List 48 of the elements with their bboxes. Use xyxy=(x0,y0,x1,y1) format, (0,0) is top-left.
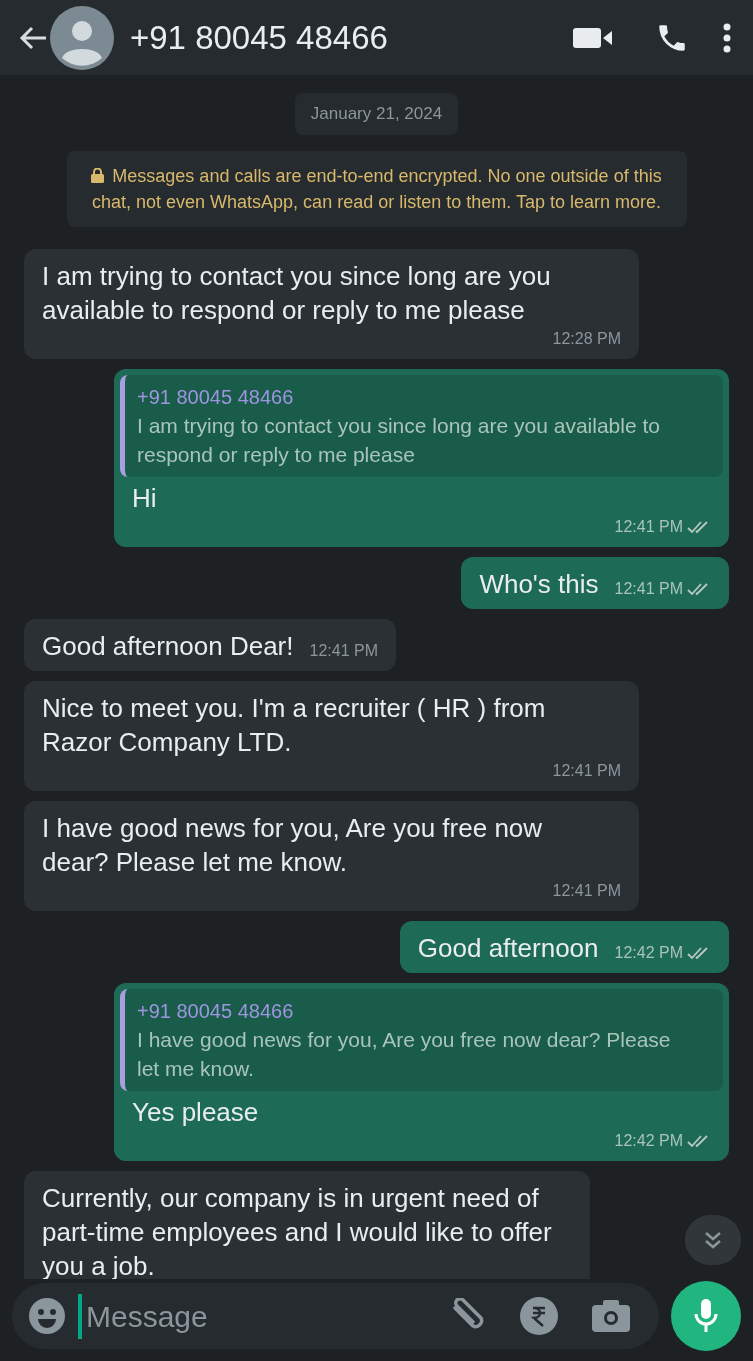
message-text: I have good news for you, Are you free now dear? Please let me know. xyxy=(42,811,544,879)
avatar-icon[interactable] xyxy=(50,5,114,70)
outgoing-message-bubble[interactable]: Good afternoon 12:42 PM xyxy=(399,920,729,973)
back-arrow-icon xyxy=(18,24,48,51)
message-time: 12:41 PM xyxy=(614,578,683,599)
message-text: Yes please xyxy=(132,1095,260,1129)
message-input-bar[interactable]: Message xyxy=(12,1283,659,1349)
message-text: Nice to meet you. I'm a recruiter ( HR ) from Razor Company LTD. xyxy=(42,691,547,759)
incoming-message-bubble[interactable]: Nice to meet you. I'm a recruiter ( HR ) from Razor Company LTD. 12:41 PM xyxy=(24,680,639,791)
incoming-message-bubble[interactable]: I have good news for you, Are you free now dear? Please let me know. 12:41 PM xyxy=(24,800,639,911)
quoted-author: +91 80045 48466 xyxy=(137,384,295,410)
message-text: Hi xyxy=(132,481,158,515)
outgoing-message-bubble[interactable]: +91 80045 48466 I have good news for you, Are you free now dear? Please let me know. Yes please 12:42 PM xyxy=(114,982,729,1161)
date-chip: January 21, 2024 xyxy=(294,93,459,135)
double-chevron-down-icon xyxy=(703,1231,723,1249)
message-time: 12:41 PM xyxy=(614,516,683,537)
message-text: Who's this xyxy=(479,567,599,601)
video-camera-icon xyxy=(573,25,613,50)
message-time: 12:42 PM xyxy=(614,1130,683,1151)
message-text: Good afternoon xyxy=(417,931,599,965)
encryption-notice[interactable]: Messages and calls are end-to-end encrypted. No one outside of this chat, not even WhatsApp, can read or listen to them. Tap to learn more. xyxy=(66,150,687,227)
outgoing-message-bubble[interactable]: +91 80045 48466 I am trying to contact you since long are you available to respond or reply to me please Hi 12:41 PM xyxy=(114,368,729,547)
message-text: Good afternoon Dear! xyxy=(42,629,294,663)
message-time: 12:42 PM xyxy=(614,942,683,963)
message-text: Currently, our company is in urgent need of part-time employees and I would like to offer you a job. xyxy=(42,1181,553,1279)
quoted-text: I am trying to contact you since long are you available to respond or reply to me please xyxy=(137,412,661,468)
emoji-icon[interactable] xyxy=(28,1297,66,1335)
camera-icon[interactable] xyxy=(591,1299,631,1333)
message-field[interactable]: Message xyxy=(78,1293,447,1339)
more-options-icon xyxy=(723,22,731,53)
quoted-text: I have good news for you, Are you free now dear? Please let me know. xyxy=(137,1026,672,1082)
message-text: I am trying to contact you since long are you available to respond or reply to me please xyxy=(42,259,552,327)
contact-name[interactable]: +91 80045 48466 xyxy=(130,12,563,63)
incoming-message-bubble[interactable]: I am trying to contact you since long are you available to respond or reply to me please 12:28 PM xyxy=(24,248,639,359)
outgoing-message-bubble[interactable]: Who's this 12:41 PM xyxy=(461,556,729,609)
microphone-icon xyxy=(693,1298,719,1334)
scroll-down-button[interactable] xyxy=(685,1215,741,1265)
message-time: 12:41 PM xyxy=(552,760,621,781)
quoted-message[interactable]: +91 80045 48466 I am trying to contact you since long are you available to respond or reply to me please xyxy=(120,374,723,477)
quoted-author: +91 80045 48466 xyxy=(137,998,295,1024)
incoming-message-bubble[interactable]: Good afternoon Dear! 12:41 PM xyxy=(24,618,396,671)
rupee-icon[interactable] xyxy=(519,1296,559,1336)
incoming-message-bubble[interactable]: Currently, our company is in urgent need of part-time employees and I would like to offer you a job. xyxy=(24,1170,590,1279)
lock-icon xyxy=(91,167,105,183)
quoted-message[interactable]: +91 80045 48466 I have good news for you, Are you free now dear? Please let me know. xyxy=(120,988,723,1091)
message-time: 12:28 PM xyxy=(552,328,621,349)
message-time: 12:41 PM xyxy=(309,640,378,661)
message-time: 12:41 PM xyxy=(552,880,621,901)
